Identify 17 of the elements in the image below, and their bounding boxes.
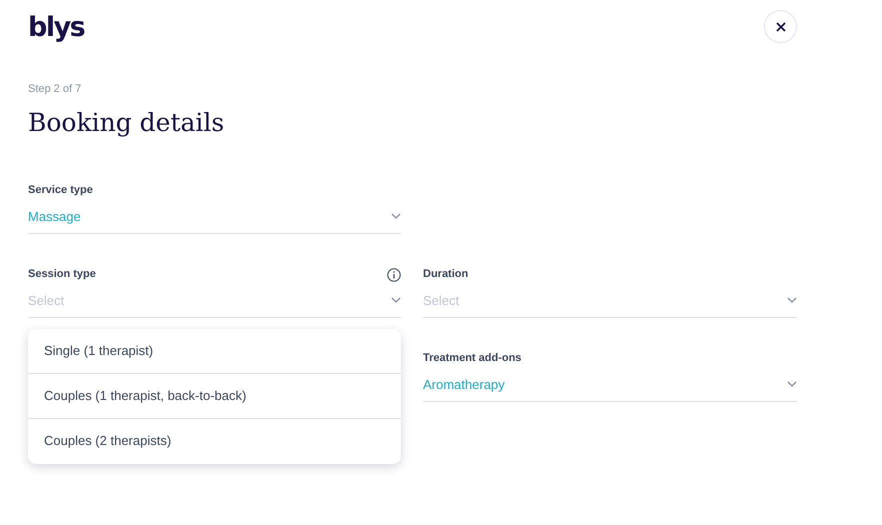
dropdown-option[interactable]: Couples (1 therapist, back-to-back) [28,374,401,418]
field-label: Duration [423,267,468,282]
info-icon[interactable] [387,268,401,282]
field-label: Treatment add-ons [423,351,522,366]
close-icon [776,22,786,32]
chevron-down-icon [391,297,401,304]
close-button[interactable] [764,10,797,43]
step-indicator: Step 2 of 7 [28,82,82,97]
field-label: Service type [28,183,93,198]
chevron-down-icon [391,213,401,220]
logo[interactable]: blys [28,14,84,41]
page-title: Booking details [28,108,226,138]
chevron-down-icon [787,297,797,304]
dropdown-option[interactable]: Couples (2 therapists) [28,418,401,464]
field-label: Session type [28,267,96,282]
dropdown-option[interactable]: Single (1 therapist) [28,328,401,374]
chevron-down-icon [787,381,797,388]
